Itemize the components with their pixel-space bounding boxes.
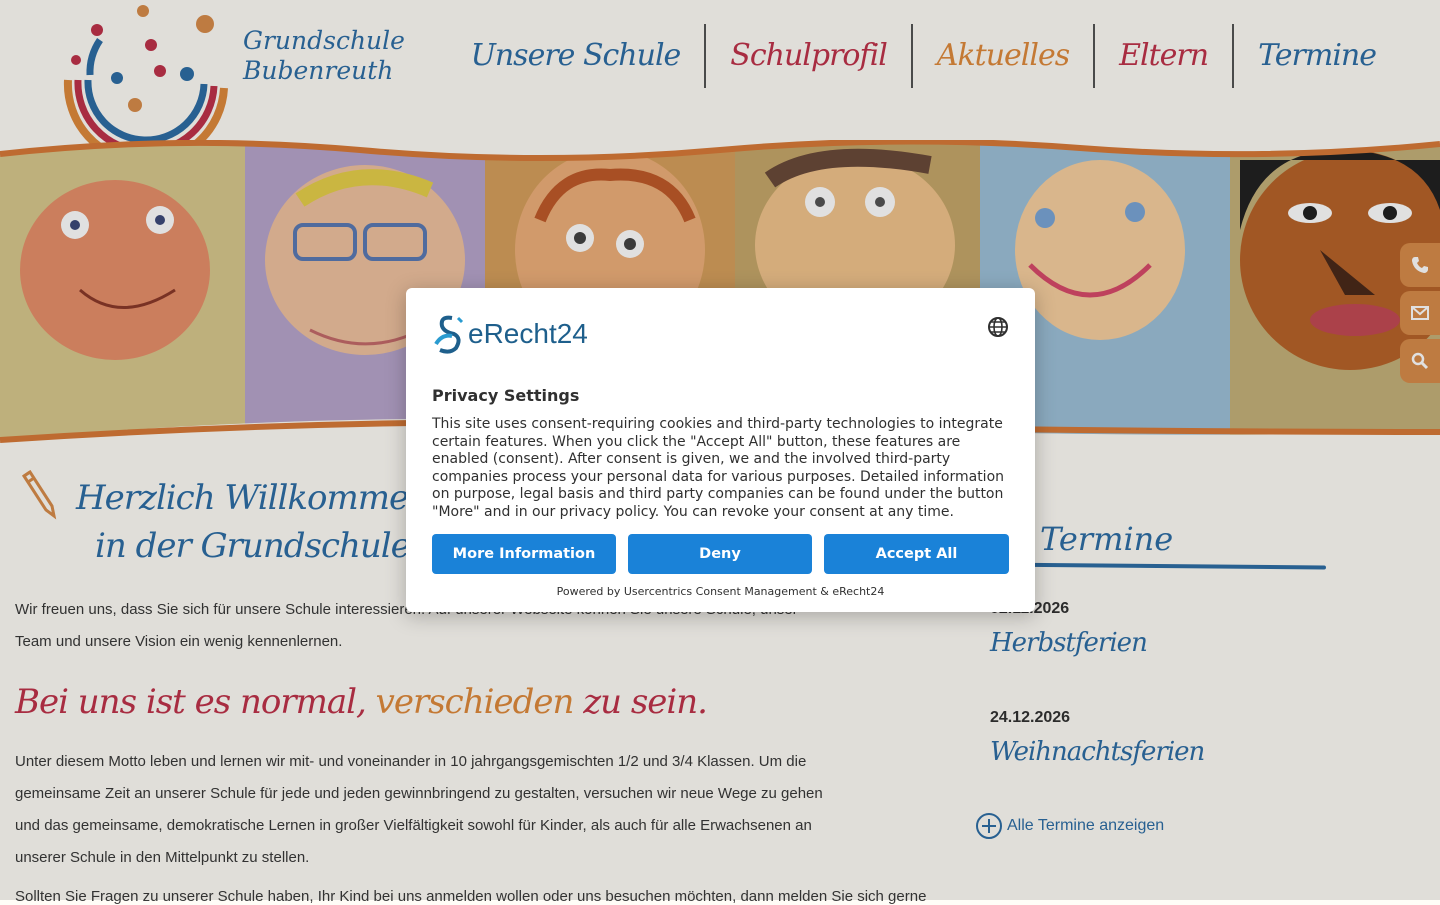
powered-by-text: Powered by Usercentrics Consent Manageme… [556,585,885,598]
globe-icon[interactable] [987,316,1009,338]
erecht24-logo-icon [434,315,464,354]
privacy-body: This site uses consent-requiring cookies… [432,416,1005,520]
erecht24-logo: eRecht24 [432,314,588,354]
consent-overlay: eRecht24 Privacy Settings This site uses… [0,0,1440,900]
privacy-settings-dialog: eRecht24 Privacy Settings This site uses… [406,288,1035,612]
more-information-button[interactable]: More Information [432,534,616,574]
accept-all-button[interactable]: Accept All [824,534,1009,574]
erecht24-logo-text: eRecht24 [468,318,588,349]
deny-button[interactable]: Deny [628,534,812,574]
privacy-title: Privacy Settings [432,386,580,405]
